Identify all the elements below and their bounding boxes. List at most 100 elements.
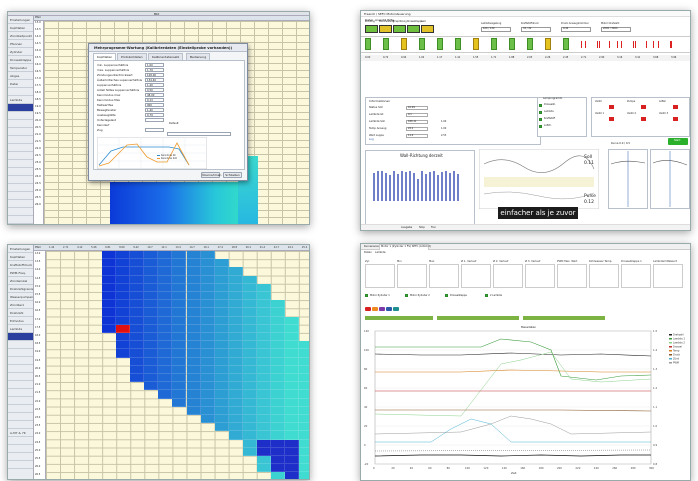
- sidebar-item[interactable]: A-L7 & 7K: [8, 224, 33, 225]
- control-checkbox[interactable]: [539, 104, 542, 107]
- map-cell[interactable]: [172, 365, 187, 374]
- sidebar-item[interactable]: [8, 112, 33, 120]
- map-cell[interactable]: [144, 275, 159, 284]
- map-cell[interactable]: [284, 382, 299, 391]
- sidebar-item[interactable]: Zündzeitpunkt: [8, 32, 33, 40]
- map-cell[interactable]: [214, 365, 229, 374]
- map-cell[interactable]: [228, 275, 243, 284]
- map-cell[interactable]: [172, 374, 187, 383]
- series-checkbox[interactable]: [445, 294, 448, 297]
- sidebar-item[interactable]: Wasserpumpen: [8, 293, 33, 301]
- map-cell[interactable]: [298, 341, 309, 350]
- sidebar-item[interactable]: [8, 168, 33, 176]
- map-cell[interactable]: [186, 259, 201, 268]
- tab-kalibrierdatensatz[interactable]: Kalibrierdatensatz: [148, 53, 184, 60]
- map-cell[interactable]: [298, 398, 309, 407]
- sidebar-item[interactable]: Drehzahl: [8, 309, 33, 317]
- control-checkbox[interactable]: [539, 125, 542, 128]
- map-cell[interactable]: [214, 374, 229, 383]
- map-cell[interactable]: [298, 447, 309, 456]
- map-cell[interactable]: [298, 456, 309, 465]
- map-cell[interactable]: [284, 406, 299, 415]
- param-field[interactable]: 0.79: [145, 112, 164, 117]
- map-cell[interactable]: [242, 423, 257, 432]
- map-cell[interactable]: [116, 333, 131, 342]
- map-cell[interactable]: [270, 423, 285, 432]
- segment-block[interactable]: [545, 38, 551, 50]
- dialog-combo[interactable]: [167, 132, 231, 136]
- map-cell[interactable]: [228, 333, 243, 342]
- map-cell[interactable]: [116, 283, 131, 292]
- map-cell[interactable]: [214, 259, 229, 268]
- map-cell[interactable]: [214, 382, 229, 391]
- map-cell[interactable]: [130, 333, 145, 342]
- map-cell[interactable]: [242, 275, 257, 284]
- map-cell[interactable]: [172, 357, 187, 366]
- tab-data[interactable]: Daten: [364, 251, 372, 255]
- map-cell[interactable]: [214, 415, 229, 424]
- map-cell[interactable]: [214, 406, 229, 415]
- map-cell[interactable]: [130, 374, 145, 383]
- sidebar-item[interactable]: Drosselklappe: [8, 56, 33, 64]
- sidebar-item[interactable]: [8, 176, 33, 184]
- map-cell[interactable]: [242, 292, 257, 301]
- map-cell[interactable]: [256, 390, 271, 399]
- sidebar-item[interactable]: Einstellungen: [8, 245, 33, 253]
- map-cell[interactable]: [270, 349, 285, 358]
- map-cell[interactable]: [270, 390, 285, 399]
- map-cell[interactable]: [270, 324, 285, 333]
- map-cell[interactable]: [172, 341, 187, 350]
- map-cell[interactable]: [158, 259, 173, 268]
- sidebar-item[interactable]: [8, 128, 33, 136]
- footer-output[interactable]: Ausgabe: [401, 226, 412, 230]
- map-cell[interactable]: [130, 283, 145, 292]
- green-button-2[interactable]: [437, 316, 519, 320]
- map-cell[interactable]: [214, 308, 229, 317]
- map-cell[interactable]: [242, 374, 257, 383]
- map-cell[interactable]: [298, 349, 309, 358]
- map-cell[interactable]: [256, 341, 271, 350]
- sidebar-item[interactable]: [8, 373, 33, 381]
- map-cell[interactable]: [270, 365, 285, 374]
- map-cell[interactable]: [158, 333, 173, 342]
- map-cell[interactable]: [130, 324, 145, 333]
- param-field[interactable]: 0.13: [145, 97, 164, 102]
- sidebar-item[interactable]: [8, 357, 33, 365]
- series-checkbox[interactable]: [485, 294, 488, 297]
- map-cell[interactable]: [130, 316, 145, 325]
- map-cell[interactable]: [242, 447, 257, 456]
- tab-kopfdaten[interactable]: Kopfdaten: [93, 53, 117, 60]
- segment-block[interactable]: [383, 38, 389, 50]
- map-cell[interactable]: [186, 316, 201, 325]
- map-cell[interactable]: [102, 308, 117, 317]
- map-cell[interactable]: [172, 398, 187, 407]
- sidebar-item[interactable]: PWM-Freq.: [8, 269, 33, 277]
- map-cell[interactable]: [298, 423, 309, 432]
- map-cell[interactable]: [172, 300, 187, 309]
- map-cell[interactable]: [242, 439, 257, 448]
- map-cell[interactable]: [228, 267, 243, 276]
- map-cell[interactable]: [130, 267, 145, 276]
- map-cell[interactable]: [144, 333, 159, 342]
- map-cell[interactable]: [186, 382, 201, 391]
- param-field[interactable]: 1.40: [145, 82, 164, 87]
- map-cell[interactable]: [270, 456, 285, 465]
- map-cell[interactable]: [172, 324, 187, 333]
- map-cell[interactable]: [200, 300, 215, 309]
- map-cell[interactable]: [158, 365, 173, 374]
- map-cell[interactable]: [144, 349, 159, 358]
- map-cell[interactable]: [228, 406, 243, 415]
- map-cell[interactable]: [116, 275, 131, 284]
- map-cell[interactable]: [102, 292, 117, 301]
- map-cell[interactable]: [214, 267, 229, 276]
- segment-block[interactable]: [365, 38, 371, 50]
- map-cell[interactable]: [270, 300, 285, 309]
- map-cell[interactable]: [200, 308, 215, 317]
- map-cell[interactable]: [102, 267, 117, 276]
- map-cell[interactable]: [172, 390, 187, 399]
- map-cell[interactable]: [256, 333, 271, 342]
- map-cell[interactable]: [242, 316, 257, 325]
- map-cell[interactable]: [116, 349, 131, 358]
- map-cell[interactable]: [214, 300, 229, 309]
- map-cell[interactable]: [284, 365, 299, 374]
